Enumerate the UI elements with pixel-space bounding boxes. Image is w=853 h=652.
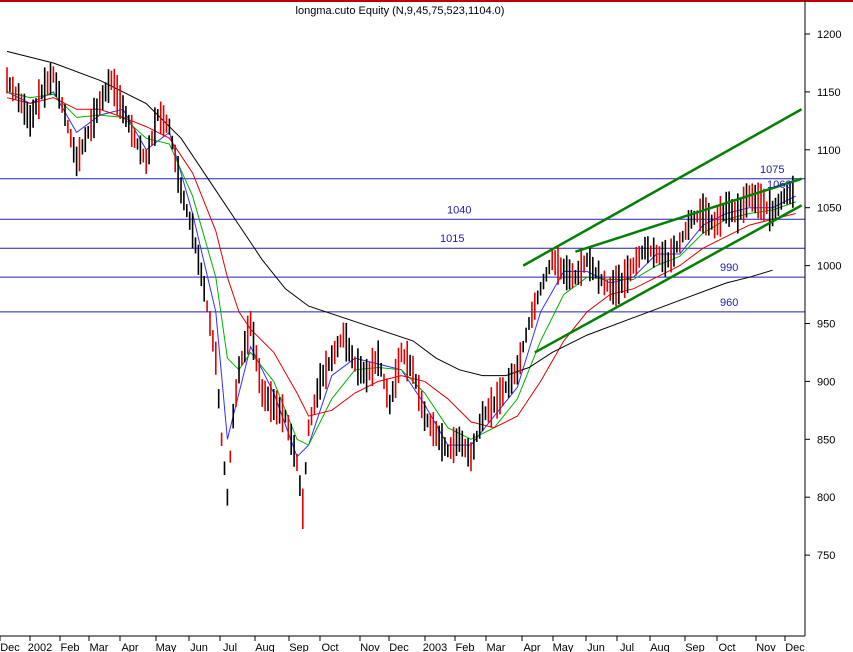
y-tick-label: 1150: [817, 87, 841, 99]
x-tick-label: Jun: [587, 642, 605, 652]
x-tick-label: Dec: [0, 642, 20, 652]
x-tick-label: Oct: [321, 642, 338, 652]
y-tick-label: 900: [817, 376, 835, 388]
x-tick-label: Aug: [650, 642, 670, 652]
y-tick-label: 800: [817, 492, 835, 504]
y-tick-label: 950: [817, 319, 835, 331]
y-tick-label: 1100: [817, 145, 841, 157]
y-tick-label: 1050: [817, 203, 841, 215]
x-tick-label: Jun: [190, 642, 208, 652]
y-tick-label: 750: [817, 550, 835, 562]
x-tick-label: 2003: [423, 642, 447, 652]
x-tick-label: Sep: [685, 642, 705, 652]
x-tick-label: Apr: [121, 642, 138, 652]
chart-background: [0, 0, 853, 652]
x-tick-label: Oct: [718, 642, 735, 652]
level-label: 1040: [447, 204, 471, 216]
x-tick-label: Dec: [389, 642, 409, 652]
x-tick-label: Sep: [289, 642, 309, 652]
x-tick-label: Aug: [255, 642, 275, 652]
y-tick-label: 850: [817, 434, 835, 446]
x-tick-label: Jul: [223, 642, 237, 652]
x-tick-label: Dec: [785, 642, 805, 652]
x-tick-label: Feb: [456, 642, 475, 652]
chart-title: longma.cuto Equity (N,9,45,75,523,1104.0…: [296, 5, 505, 17]
y-tick-label: 1000: [817, 261, 841, 273]
x-tick-label: Mar: [487, 642, 506, 652]
stock-chart: 1075 1040 1015 990 960 1063 750 800 850 900 950 1…: [0, 0, 853, 652]
x-tick-label: Jul: [620, 642, 634, 652]
x-tick-label: Feb: [61, 642, 80, 652]
level-label: 960: [720, 297, 738, 309]
y-tick-label: 1200: [817, 29, 841, 41]
x-tick-label: May: [553, 642, 574, 652]
x-tick-label: Apr: [523, 642, 540, 652]
level-label: 990: [720, 262, 738, 274]
x-tick-label: Nov: [756, 642, 776, 652]
x-tick-label: Mar: [90, 642, 109, 652]
inline-value-label: 1063: [767, 179, 791, 191]
x-tick-label: Nov: [360, 642, 380, 652]
x-tick-label: 2002: [28, 642, 52, 652]
level-label: 1015: [440, 233, 464, 245]
level-label: 1075: [760, 164, 784, 176]
x-tick-label: May: [156, 642, 177, 652]
